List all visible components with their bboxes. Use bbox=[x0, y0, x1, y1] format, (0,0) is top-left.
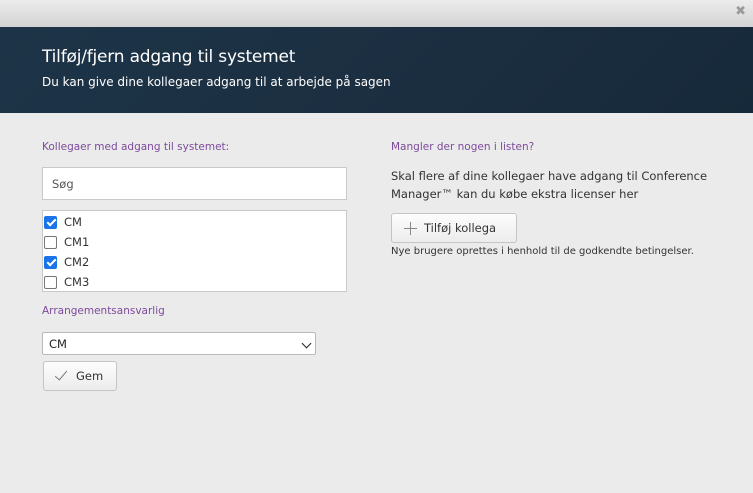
dialog-subtitle: Du kan give dine kollegaer adgang til at… bbox=[42, 75, 391, 89]
dialog-title: Tilføj/fjern adgang til systemet bbox=[42, 47, 296, 67]
license-description: Skal flere af dine kollegaer have adgang… bbox=[391, 169, 708, 201]
save-button[interactable]: Gem bbox=[43, 361, 117, 391]
save-button-label: Gem bbox=[76, 369, 104, 383]
plus-icon bbox=[404, 221, 417, 235]
organizer-selected-value: CM bbox=[49, 337, 67, 351]
add-colleague-button[interactable]: Tilføj kollega bbox=[391, 213, 517, 243]
colleague-item[interactable]: CM3 bbox=[43, 272, 346, 292]
terms-note: Nye brugere oprettes i henhold til de go… bbox=[391, 246, 694, 257]
colleagues-access-label: Kollegaer med adgang til systemet: bbox=[42, 141, 230, 153]
colleague-item[interactable]: CM1 bbox=[43, 232, 346, 252]
search-input[interactable] bbox=[42, 167, 347, 200]
add-colleague-label: Tilføj kollega bbox=[424, 221, 497, 235]
dialog-header: Tilføj/fjern adgang til systemet Du kan … bbox=[0, 27, 753, 113]
colleague-item[interactable]: CM bbox=[43, 212, 346, 232]
organizer-label: Arrangementsansvarlig bbox=[42, 305, 165, 317]
colleague-checkbox[interactable] bbox=[44, 275, 57, 289]
checkmark-icon bbox=[54, 369, 69, 383]
colleague-name: CM1 bbox=[64, 235, 90, 249]
colleague-checklist: CM CM1 CM2 CM3 bbox=[42, 210, 347, 292]
colleague-name: CM3 bbox=[64, 275, 90, 289]
dialog-titlebar: ✖ bbox=[0, 0, 753, 27]
missing-colleagues-label: Mangler der nogen i listen? bbox=[391, 141, 535, 153]
chevron-down-icon bbox=[301, 338, 312, 349]
colleague-name: CM2 bbox=[64, 255, 90, 269]
close-icon[interactable]: ✖ bbox=[735, 4, 746, 20]
colleague-name: CM bbox=[64, 215, 82, 229]
colleague-item[interactable]: CM2 bbox=[43, 252, 346, 272]
organizer-select[interactable]: CM bbox=[42, 332, 316, 355]
colleague-checkbox[interactable] bbox=[44, 235, 57, 249]
colleague-checkbox[interactable] bbox=[44, 215, 57, 229]
colleague-checkbox[interactable] bbox=[44, 255, 57, 269]
